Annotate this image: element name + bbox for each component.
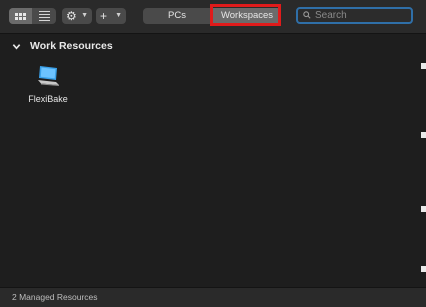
- pc-icon: [38, 66, 59, 86]
- background-fragment: [421, 266, 426, 272]
- remote-desktop-window: ⚙ ▼ + ▼ PCs Workspaces Work Resources: [0, 0, 426, 307]
- tab-pcs[interactable]: PCs: [143, 8, 211, 24]
- background-fragment: [421, 63, 426, 69]
- toolbar: ⚙ ▼ + ▼ PCs Workspaces: [0, 0, 426, 34]
- chevron-down-icon: [12, 43, 21, 50]
- search-icon: [303, 11, 311, 19]
- background-fragment: [421, 206, 426, 212]
- list-view-button[interactable]: [33, 8, 56, 24]
- list-view-icon: [39, 11, 50, 21]
- resource-tile-flexibake[interactable]: FlexiBake: [22, 63, 74, 107]
- add-menu-button[interactable]: + ▼: [96, 8, 126, 24]
- plus-icon: +: [100, 9, 108, 23]
- resource-count: 2 Managed Resources: [12, 292, 98, 302]
- gear-icon: ⚙: [66, 9, 77, 23]
- grid-view-icon: [15, 12, 26, 20]
- section-header-work-resources[interactable]: Work Resources: [12, 38, 113, 54]
- section-title: Work Resources: [30, 40, 113, 52]
- view-mode-control[interactable]: [9, 8, 56, 24]
- background-fragment: [421, 132, 426, 138]
- chevron-down-icon: ▼: [81, 12, 88, 19]
- status-bar: 2 Managed Resources: [0, 287, 426, 307]
- highlight-box: [210, 4, 281, 26]
- chevron-down-icon: ▼: [115, 12, 122, 19]
- resource-name: FlexiBake: [28, 94, 68, 104]
- actions-menu-button[interactable]: ⚙ ▼: [62, 8, 92, 24]
- search-field[interactable]: [296, 7, 413, 24]
- grid-view-button[interactable]: [9, 8, 32, 24]
- search-input[interactable]: [315, 9, 405, 22]
